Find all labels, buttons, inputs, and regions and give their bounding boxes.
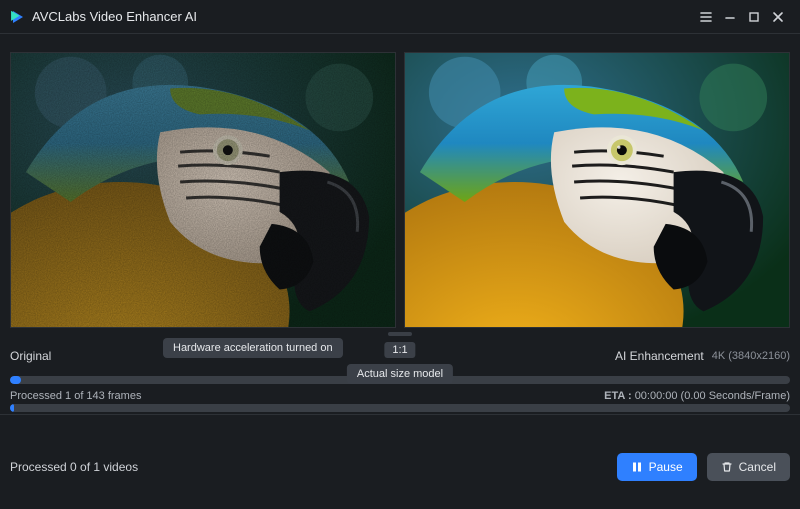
preview-comparison [10,52,790,328]
hw-accel-tooltip: Hardware acceleration turned on [163,338,343,358]
label-enhanced: AI Enhancement [615,349,704,363]
preview-enhanced [404,52,790,328]
preview-divider-handle[interactable] [10,328,790,342]
minimize-icon [723,10,737,24]
maximize-button[interactable] [742,5,766,29]
label-original: Original [10,349,51,363]
label-resolution: 4K (3840x2160) [712,350,790,362]
videos-processed-text: Processed 0 of 1 videos [10,460,138,474]
eta-value: 00:00:00 (0.00 Seconds/Frame) [635,390,790,402]
cancel-button[interactable]: Cancel [707,453,790,481]
play-logo-icon [10,9,26,25]
close-button[interactable] [766,5,790,29]
eta-label: ETA : [604,390,632,402]
app-title: AVCLabs Video Enhancer AI [32,9,197,24]
titlebar: AVCLabs Video Enhancer AI [0,0,800,34]
menu-icon [699,10,713,24]
videos-progress-bar [10,404,790,412]
frames-processed-text: Processed 1 of 143 frames [10,390,141,402]
cancel-button-label: Cancel [739,460,776,474]
zoom-ratio-pill[interactable]: 1:1 [384,342,415,358]
pause-button[interactable]: Pause [617,453,697,481]
actual-size-tooltip: Actual size model [347,364,453,384]
minimize-button[interactable] [718,5,742,29]
hamburger-menu-button[interactable] [694,5,718,29]
videos-progress-fill [10,404,14,412]
pause-icon [631,461,643,473]
pause-button-label: Pause [649,460,683,474]
frames-progress-fill [10,376,21,384]
maximize-icon [747,10,761,24]
app-logo: AVCLabs Video Enhancer AI [10,9,197,25]
close-icon [771,10,785,24]
trash-icon [721,461,733,473]
preview-original [10,52,396,328]
